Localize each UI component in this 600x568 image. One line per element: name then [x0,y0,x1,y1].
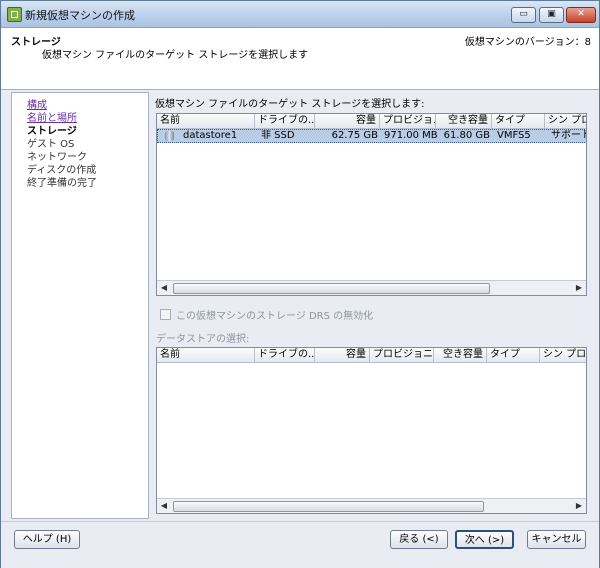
col-capacity[interactable]: 容量 [315,114,380,128]
col-name[interactable]: 名前 [157,348,255,362]
page-subtitle: 仮想マシン ファイルのターゲット ストレージを選択します [42,50,309,61]
col-free[interactable]: 空き容量 [434,348,487,362]
window-title: 新規仮想マシンの作成 [25,9,135,22]
cancel-button[interactable]: キャンセル [527,530,586,549]
scroll-left-icon[interactable]: ◀ [157,499,171,513]
nav-step-ready-complete: 終了準備の完了 [27,178,97,189]
col-drive-type[interactable]: ドライブの... [255,348,315,362]
table-header: 名前 ドライブの... 容量 プロビジョニン... 空き容量 タイプ シン プロ… [157,348,586,363]
col-thin-provisioning[interactable]: シン プロビ [545,114,586,128]
cell-name: datastore1 [183,130,238,141]
button-bar: ヘルプ (H) 戻る (<) 次へ (>) キャンセル [1,521,599,568]
datastore-table: 名前 ドライブの... 容量 プロビジョ... 空き容量 タイプ シン プロビ … [156,113,587,296]
col-free[interactable]: 空き容量 [436,114,492,128]
table-row-datastore1[interactable]: datastore1 非 SSD 62.75 GB 971.00 MB 61.8… [157,129,586,143]
table-header: 名前 ドライブの... 容量 プロビジョ... 空き容量 タイプ シン プロビ [157,114,586,129]
minimize-button[interactable]: ▭ [511,7,536,23]
table-horizontal-scrollbar[interactable]: ◀ ▶ [157,280,586,295]
wizard-window: 新規仮想マシンの作成 ▭ ▣ ✕ ストレージ 仮想マシン ファイルのターゲット … [0,0,600,568]
col-thin-provisioning[interactable]: シン プロビ [540,348,586,362]
col-capacity[interactable]: 容量 [315,348,370,362]
wizard-steps-nav: 構成 名前と場所 ストレージ ゲスト OS ネットワーク ディスクの作成 終了準… [11,92,149,519]
datastore-select-table: 名前 ドライブの... 容量 プロビジョニン... 空き容量 タイプ シン プロ… [156,347,587,514]
col-provisioned[interactable]: プロビジョ... [380,114,436,128]
storage-content: 仮想マシン ファイルのターゲット ストレージを選択します: 名前 ドライブの..… [151,92,587,517]
scroll-right-icon[interactable]: ▶ [572,281,586,295]
wizard-header: ストレージ 仮想マシン ファイルのターゲット ストレージを選択します 仮想マシン… [1,28,599,90]
col-type[interactable]: タイプ [492,114,545,128]
maximize-button[interactable]: ▣ [539,7,564,23]
cell-free: 61.80 GB [443,130,490,141]
scroll-right-icon[interactable]: ▶ [572,499,586,513]
scroll-left-icon[interactable]: ◀ [157,281,171,295]
scrollbar-thumb[interactable] [173,283,490,294]
vm-version-label: 仮想マシンのバージョン：8 [464,37,591,48]
datastore-icon [165,131,174,141]
title-bar[interactable]: 新規仮想マシンの作成 ▭ ▣ ✕ [1,1,599,28]
disable-sdrs-label: この仮想マシンのストレージ DRS の無効化 [176,311,374,322]
cell-provisioned: 971.00 MB [384,130,437,141]
cell-capacity: 62.75 GB [331,130,378,141]
target-storage-label: 仮想マシン ファイルのターゲット ストレージを選択します: [155,99,425,110]
disable-sdrs-checkbox[interactable] [160,309,171,320]
col-name[interactable]: 名前 [157,114,255,128]
scrollbar-thumb[interactable] [173,501,484,512]
col-drive-type[interactable]: ドライブの... [255,114,315,128]
col-provisioned[interactable]: プロビジョニン... [370,348,434,362]
back-button[interactable]: 戻る (<) [390,530,448,549]
next-button[interactable]: 次へ (>) [455,530,514,549]
table-horizontal-scrollbar[interactable]: ◀ ▶ [157,498,586,513]
cell-thin-provisioning: サポート済 [551,130,586,141]
disable-sdrs-option: この仮想マシンのストレージ DRS の無効化 [160,307,373,322]
vm-app-icon [7,7,22,22]
cell-type: VMFS5 [497,130,531,141]
datastore-select-label: データストアの選択: [156,334,250,345]
close-button[interactable]: ✕ [566,7,596,23]
help-button[interactable]: ヘルプ (H) [14,530,80,549]
cell-drive-type: 非 SSD [261,130,295,141]
col-type[interactable]: タイプ [487,348,540,362]
